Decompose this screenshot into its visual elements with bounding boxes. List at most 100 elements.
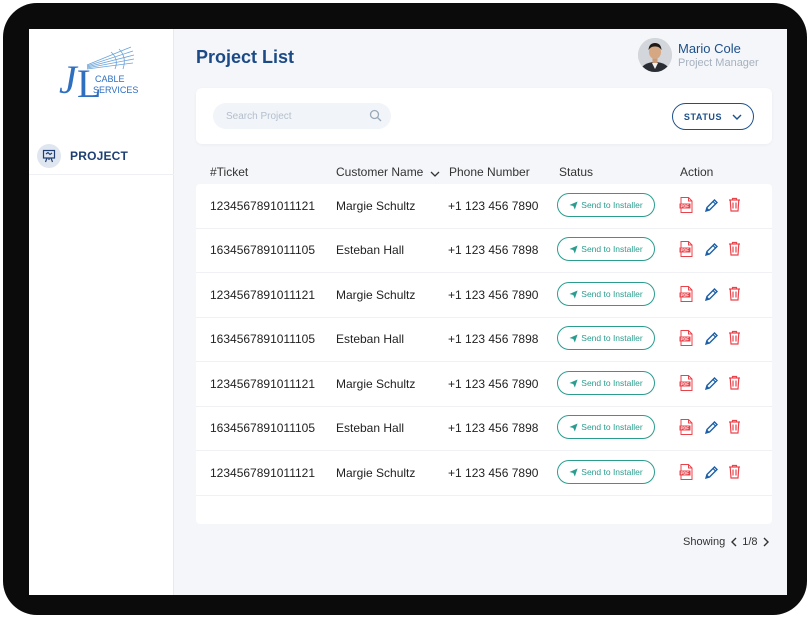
pdf-icon[interactable]: PDF [679, 419, 695, 437]
send-to-installer-label: Send to Installer [581, 422, 643, 432]
table-row[interactable]: 1234567891011121 Margie Schultz +1 123 456… [196, 451, 772, 496]
send-to-installer-button[interactable]: Send to Installer [557, 237, 655, 261]
edit-icon[interactable] [704, 420, 720, 438]
filter-bar: STATUS [196, 88, 772, 144]
customer-name-cell: Esteban Hall [336, 243, 405, 257]
pdf-icon[interactable]: PDF [679, 286, 695, 304]
delete-icon[interactable] [728, 375, 744, 393]
logo-line2: SERVICES [93, 85, 138, 95]
phone-number-cell: +1 123 456 7890 [448, 199, 539, 213]
column-header-status: Status [559, 165, 594, 179]
send-to-installer-button[interactable]: Send to Installer [557, 193, 655, 217]
table-row[interactable]: 1634567891011105 Esteban Hall +1 123 456 7… [196, 317, 772, 362]
table-row[interactable]: 1234567891011121 Margie Schultz +1 123 456… [196, 362, 772, 407]
ticket-cell: 1634567891011105 [210, 332, 315, 346]
svg-text:PDF: PDF [681, 248, 690, 253]
column-header-phone-number: Phone Number [449, 165, 530, 179]
send-to-installer-button[interactable]: Send to Installer [557, 326, 655, 350]
sidebar-item-label: PROJECT [70, 148, 129, 163]
send-to-installer-button[interactable]: Send to Installer [557, 371, 655, 395]
send-icon [569, 200, 578, 210]
send-to-installer-label: Send to Installer [581, 333, 643, 343]
sort-chevron-down-icon[interactable] [430, 166, 440, 180]
ticket-cell: 1234567891011121 [210, 377, 315, 391]
user-profile[interactable]: Mario Cole Project Manager [638, 37, 778, 73]
ticket-cell: 1234567891011121 [210, 199, 315, 213]
send-to-installer-label: Send to Installer [581, 467, 643, 477]
app-screen: J L CABLE SERVICES PROJECT Project List … [29, 29, 787, 595]
edit-icon[interactable] [704, 465, 720, 483]
send-icon [569, 333, 578, 343]
phone-number-cell: +1 123 456 7898 [448, 421, 539, 435]
search-input[interactable] [226, 110, 366, 122]
customer-name-cell: Margie Schultz [336, 377, 416, 391]
ticket-cell: 1634567891011105 [210, 421, 315, 435]
brand-logo[interactable]: J L CABLE SERVICES [57, 45, 141, 106]
table-row[interactable]: 1634567891011105 Esteban Hall +1 123 456 7… [196, 406, 772, 451]
phone-number-cell: +1 123 456 7898 [448, 332, 539, 346]
send-to-installer-label: Send to Installer [581, 244, 643, 254]
table-row[interactable]: 1234567891011121 Margie Schultz +1 123 456… [196, 273, 772, 318]
send-to-installer-label: Send to Installer [581, 378, 643, 388]
chevron-left-icon[interactable] [730, 537, 737, 547]
column-header-customer-name[interactable]: Customer Name [336, 165, 440, 180]
edit-icon[interactable] [704, 376, 720, 394]
delete-icon[interactable] [728, 419, 744, 437]
column-header-label: Customer Name [336, 165, 424, 179]
logo-line1: CABLE [95, 74, 125, 84]
send-icon [569, 244, 578, 254]
ticket-cell: 1634567891011105 [210, 243, 315, 257]
table-row[interactable]: 1634567891011105 Esteban Hall +1 123 456 7… [196, 228, 772, 273]
send-to-installer-button[interactable]: Send to Installer [557, 415, 655, 439]
presentation-board-icon [37, 143, 61, 168]
delete-icon[interactable] [728, 464, 744, 482]
page-indicator: 1/8 [742, 536, 758, 548]
svg-text:PDF: PDF [681, 382, 690, 387]
column-header-action: Action [680, 165, 714, 179]
user-name: Mario Cole [678, 41, 741, 56]
pdf-icon[interactable]: PDF [679, 464, 695, 482]
send-to-installer-button[interactable]: Send to Installer [557, 282, 655, 306]
customer-name-cell: Margie Schultz [336, 466, 416, 480]
svg-text:J: J [59, 57, 79, 102]
pdf-icon[interactable]: PDF [679, 197, 695, 215]
pdf-icon[interactable]: PDF [679, 330, 695, 348]
customer-name-cell: Esteban Hall [336, 332, 405, 346]
edit-icon[interactable] [704, 242, 720, 260]
delete-icon[interactable] [728, 241, 744, 259]
pdf-icon[interactable]: PDF [679, 241, 695, 259]
svg-text:PDF: PDF [681, 293, 690, 298]
send-icon [569, 467, 578, 477]
send-icon [569, 422, 578, 432]
phone-number-cell: +1 123 456 7890 [448, 288, 539, 302]
edit-icon[interactable] [704, 198, 720, 216]
customer-name-cell: Esteban Hall [336, 421, 405, 435]
edit-icon[interactable] [704, 331, 720, 349]
customer-name-cell: Margie Schultz [336, 199, 416, 213]
device-frame: J L CABLE SERVICES PROJECT Project List … [3, 3, 807, 615]
table-row[interactable]: 1234567891011121 Margie Schultz +1 123 456… [196, 184, 772, 229]
customer-name-cell: Margie Schultz [336, 288, 416, 302]
page-title: Project List [196, 47, 295, 67]
ticket-cell: 1234567891011121 [210, 288, 315, 302]
delete-icon[interactable] [728, 286, 744, 304]
chevron-right-icon[interactable] [763, 537, 770, 547]
sidebar-item-project[interactable]: PROJECT [29, 137, 174, 175]
send-icon [569, 378, 578, 388]
send-to-installer-label: Send to Installer [581, 200, 643, 210]
send-to-installer-button[interactable]: Send to Installer [557, 460, 655, 484]
svg-text:PDF: PDF [681, 426, 690, 431]
edit-icon[interactable] [704, 287, 720, 305]
ticket-cell: 1234567891011121 [210, 466, 315, 480]
search-box [213, 103, 391, 129]
chevron-down-icon [732, 112, 742, 122]
pdf-icon[interactable]: PDF [679, 375, 695, 393]
avatar[interactable] [638, 38, 672, 72]
search-icon[interactable] [369, 109, 382, 127]
phone-number-cell: +1 123 456 7898 [448, 243, 539, 257]
delete-icon[interactable] [728, 330, 744, 348]
svg-text:PDF: PDF [681, 337, 690, 342]
status-filter-dropdown[interactable]: STATUS [672, 103, 754, 130]
delete-icon[interactable] [728, 197, 744, 215]
user-role: Project Manager [678, 57, 759, 69]
